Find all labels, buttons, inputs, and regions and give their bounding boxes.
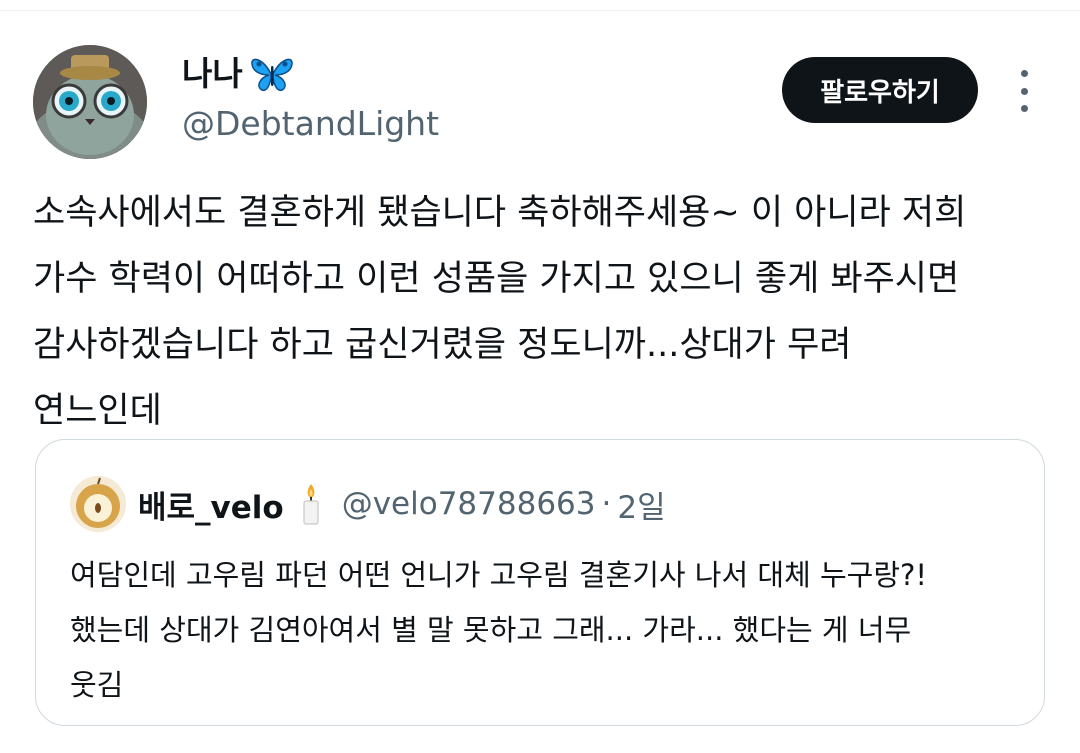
tweet-text-line: 소속사에서도 결혼하게 됐습니다 축하해주세용~ 이 아니라 저희	[33, 193, 967, 233]
header-separator: ·	[601, 486, 612, 522]
top-divider	[0, 10, 1080, 11]
author-name-text: 나나	[182, 54, 243, 93]
candle-icon	[298, 482, 324, 526]
quoted-tweet-text: 여담인데 고우림 파던 어떤 언니가 고우림 결혼기사 나서 대체 누구랑?! …	[70, 548, 1030, 713]
tweet-text-line: 가수 학력이 어떠하고 이런 성품을 가지고 있으니 좋게 봐주시면	[33, 259, 960, 299]
quoted-tweet-card[interactable]: 배로_velo @velo78788663 · 2일 여담인데 고우림 파던 어…	[35, 439, 1045, 726]
quoted-author-name: 배로_velo	[138, 489, 284, 526]
quoted-text-line: 여담인데 고우림 파던 어떤 언니가 고우림 결혼기사 나서 대체 누구랑?!	[70, 558, 928, 592]
tweet-text-line: 연느인데	[33, 391, 162, 431]
more-options-icon[interactable]	[1010, 70, 1038, 112]
tweet-text: 소속사에서도 결혼하게 됐습니다 축하해주세용~ 이 아니라 저희 가수 학력이…	[33, 180, 1053, 444]
quoted-author-handle: @velo78788663	[341, 486, 596, 522]
author-handle[interactable]: @DebtandLight	[182, 102, 439, 146]
quoted-author-avatar	[70, 476, 126, 532]
quoted-text-line: 웃김	[70, 668, 124, 702]
quoted-tweet-time: 2일	[617, 489, 666, 526]
author-avatar[interactable]	[33, 45, 147, 159]
quoted-text-line: 했는데 상대가 김연아여서 별 말 못하고 그래... 가라... 했다는 게 …	[70, 613, 912, 647]
author-name[interactable]: 나나	[182, 52, 295, 96]
tweet-text-line: 감사하겠습니다 하고 굽신거렸을 정도니까...상대가 무려	[33, 325, 852, 365]
quoted-tweet-header: 배로_velo @velo78788663 · 2일	[138, 478, 666, 530]
follow-button[interactable]: 팔로우하기	[782, 57, 978, 123]
butterfly-icon	[249, 54, 295, 94]
